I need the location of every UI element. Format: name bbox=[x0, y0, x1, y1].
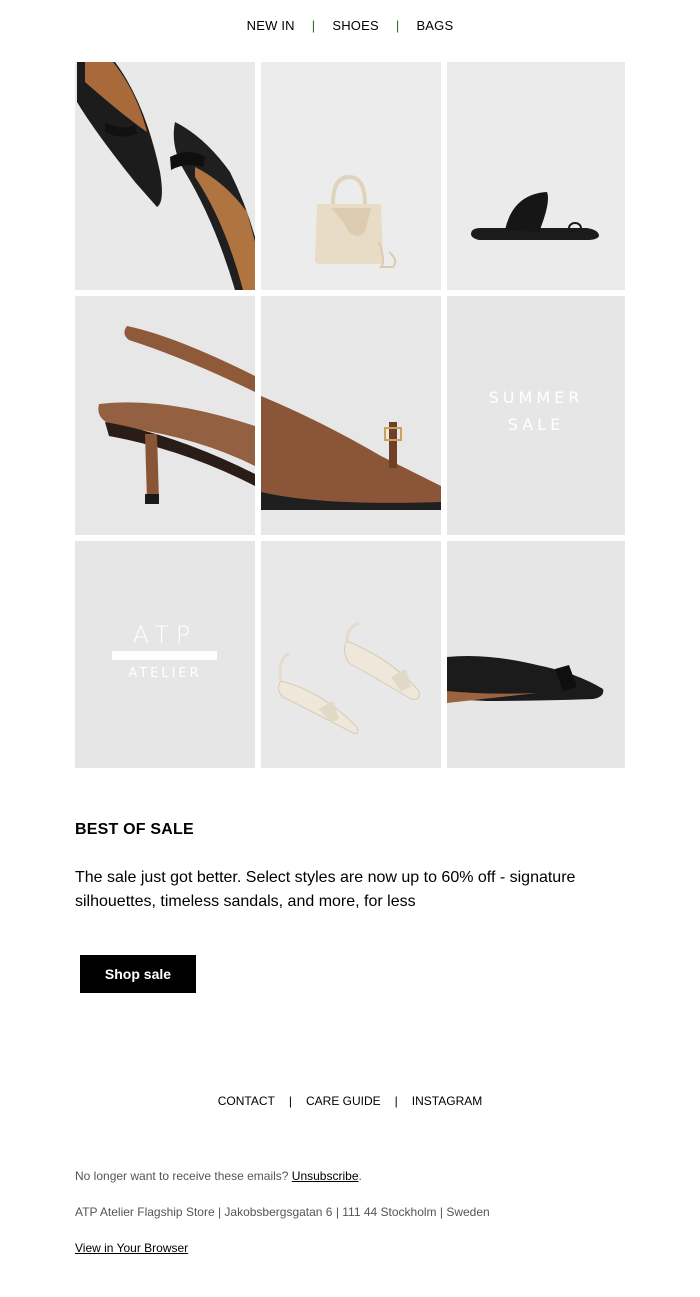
unsubscribe-link[interactable]: Unsubscribe bbox=[292, 1169, 359, 1183]
top-nav: NEW IN | SHOES | BAGS bbox=[0, 18, 700, 33]
sale-title-line1: SUMMER bbox=[488, 388, 584, 407]
footer-link-contact[interactable]: CONTACT bbox=[218, 1094, 275, 1108]
product-image-cream-tassel-flats[interactable] bbox=[261, 541, 441, 768]
nav-separator: | bbox=[395, 18, 400, 33]
footer-nav: CONTACT | CARE GUIDE | INSTAGRAM bbox=[0, 1094, 700, 1108]
shop-sale-button[interactable]: Shop sale bbox=[80, 955, 196, 993]
unsubscribe-prefix: No longer want to receive these emails? bbox=[75, 1169, 289, 1183]
footer-separator: | bbox=[394, 1094, 398, 1108]
footer-link-instagram[interactable]: INSTAGRAM bbox=[412, 1094, 482, 1108]
promo-body: The sale just got better. Select styles … bbox=[75, 869, 576, 910]
nav-bags[interactable]: BAGS bbox=[416, 18, 453, 33]
brand-logo-atelier: ATELIER bbox=[128, 666, 202, 681]
summer-sale-tile[interactable]: SUMMER SALE bbox=[447, 296, 625, 535]
product-image-cream-bag[interactable] bbox=[261, 62, 441, 290]
black-tassel-flat-image bbox=[447, 656, 604, 703]
product-image-brown-slingback-right[interactable] bbox=[261, 296, 441, 535]
brand-logo-bar bbox=[112, 651, 217, 660]
brown-slingback-heel-image bbox=[98, 326, 255, 504]
nav-shoes[interactable]: SHOES bbox=[332, 18, 379, 33]
cream-bag-image bbox=[315, 174, 397, 268]
brand-logo-atp: ATP bbox=[132, 621, 198, 649]
promo-headline: BEST OF SALE bbox=[75, 821, 194, 838]
brand-logo-tile[interactable]: ATP ATELIER bbox=[75, 541, 255, 768]
black-sandal-image bbox=[471, 192, 599, 240]
cream-tassel-flats-image bbox=[277, 621, 420, 735]
black-bow-flats-image bbox=[77, 62, 255, 290]
nav-new-in[interactable]: NEW IN bbox=[247, 18, 295, 33]
product-image-black-bow-flats[interactable] bbox=[75, 62, 255, 290]
sale-title-line2: SALE bbox=[507, 415, 565, 434]
product-image-black-tassel-flat[interactable] bbox=[447, 541, 625, 768]
unsubscribe-line: No longer want to receive these emails? … bbox=[75, 1169, 362, 1183]
footer-separator: | bbox=[288, 1094, 292, 1108]
product-image-black-sandal[interactable] bbox=[447, 62, 625, 290]
view-in-browser-link[interactable]: View in Your Browser bbox=[75, 1241, 188, 1255]
brown-slingback-toe-image bbox=[261, 396, 441, 510]
product-image-brown-slingback-left[interactable] bbox=[75, 296, 255, 535]
footer-link-care-guide[interactable]: CARE GUIDE bbox=[306, 1094, 381, 1108]
store-address: ATP Atelier Flagship Store | Jakobsbergs… bbox=[75, 1205, 490, 1219]
nav-separator: | bbox=[311, 18, 316, 33]
unsubscribe-suffix: . bbox=[358, 1169, 362, 1183]
